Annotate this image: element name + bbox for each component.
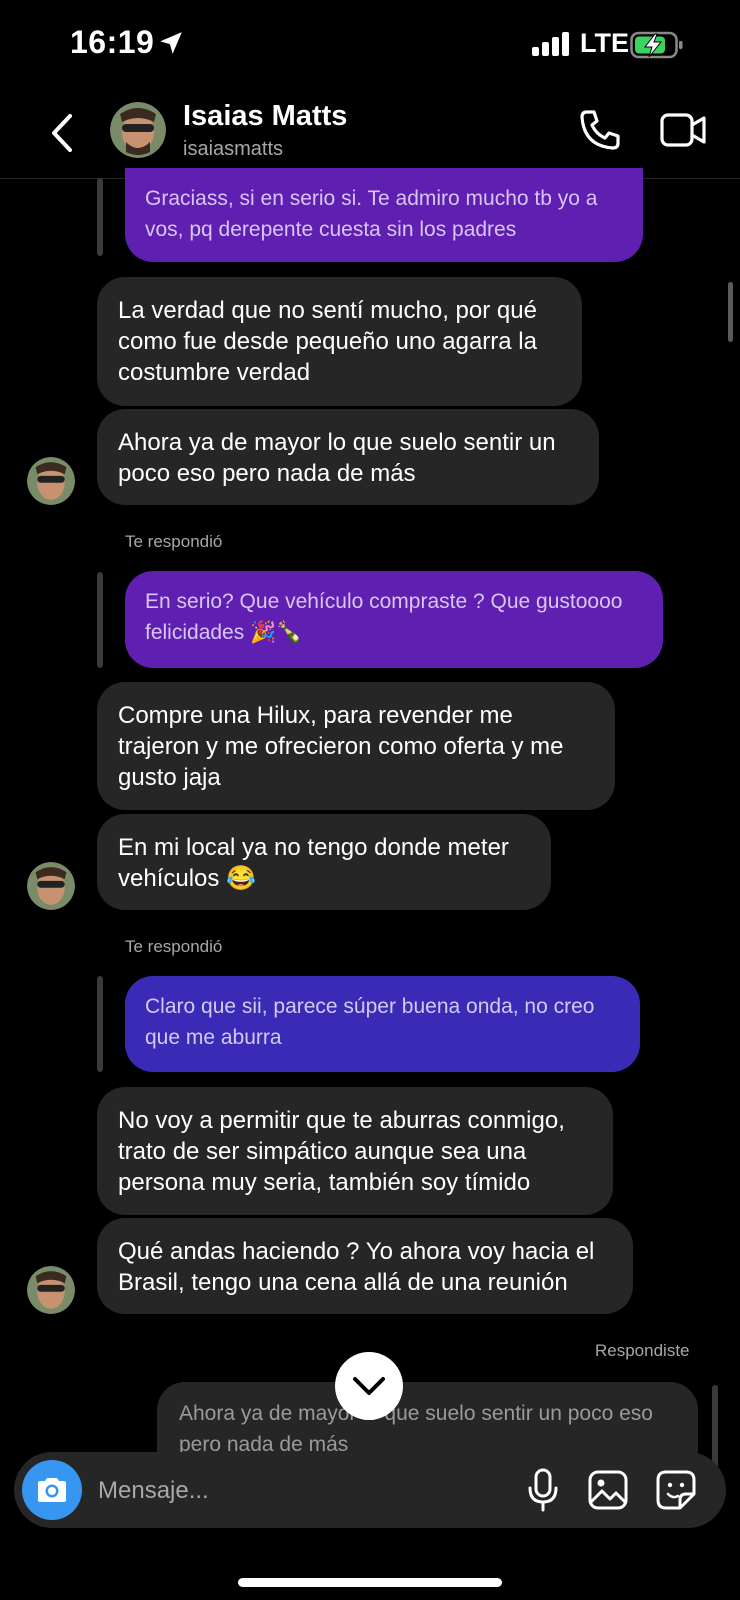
quote-bar — [97, 976, 103, 1072]
reply-label: Te respondió — [125, 532, 223, 551]
incoming-message[interactable]: En mi local ya no tengo donde meter vehí… — [97, 814, 551, 910]
incoming-message[interactable]: Ahora ya de mayor lo que suelo sentir un… — [97, 409, 599, 505]
location-arrow-icon — [160, 32, 182, 54]
video-call-button[interactable] — [660, 110, 706, 150]
quoted-message[interactable]: Graciass, si en serio si. Te admiro much… — [125, 168, 643, 262]
reply-label: Respondiste — [595, 1341, 690, 1360]
status-time: 16:19 — [70, 24, 155, 60]
phone-call-button[interactable] — [578, 108, 622, 152]
quoted-message[interactable]: En serio? Que vehículo compraste ? Que g… — [125, 571, 663, 668]
camera-button[interactable] — [22, 1460, 82, 1520]
contact-name[interactable]: Isaias Matts — [183, 100, 347, 133]
back-button[interactable] — [46, 112, 80, 154]
quote-bar — [97, 178, 103, 256]
message-input[interactable] — [96, 1470, 500, 1512]
network-type: LTE — [580, 28, 629, 58]
sender-avatar[interactable] — [27, 1266, 75, 1314]
incoming-message[interactable]: Compre una Hilux, para revender me traje… — [97, 682, 615, 810]
quote-bar — [97, 572, 103, 668]
reply-label: Te respondió — [125, 937, 223, 956]
chevron-down-icon — [353, 1377, 385, 1395]
sender-avatar[interactable] — [27, 457, 75, 505]
sender-avatar[interactable] — [27, 862, 75, 910]
gallery-button[interactable] — [588, 1470, 628, 1510]
cellular-signal-icon — [532, 32, 572, 56]
contact-username[interactable]: isaiasmatts — [183, 138, 283, 161]
microphone-button[interactable] — [526, 1468, 560, 1512]
quote-bar — [712, 1385, 718, 1471]
incoming-message[interactable]: Qué andas haciendo ? Yo ahora voy hacia … — [97, 1218, 633, 1314]
camera-icon — [38, 1478, 66, 1502]
scrollbar[interactable] — [728, 282, 733, 342]
incoming-message[interactable]: La verdad que no sentí mucho, por qué co… — [97, 277, 582, 406]
contact-avatar[interactable] — [110, 102, 166, 158]
incoming-message[interactable]: No voy a permitir que te aburras conmigo… — [97, 1087, 613, 1215]
sticker-button[interactable] — [656, 1470, 696, 1510]
scroll-to-bottom-button[interactable] — [335, 1352, 403, 1420]
battery-charging-icon — [630, 31, 683, 59]
quoted-message[interactable]: Claro que sii, parece súper buena onda, … — [125, 976, 640, 1072]
home-indicator[interactable] — [238, 1578, 502, 1587]
